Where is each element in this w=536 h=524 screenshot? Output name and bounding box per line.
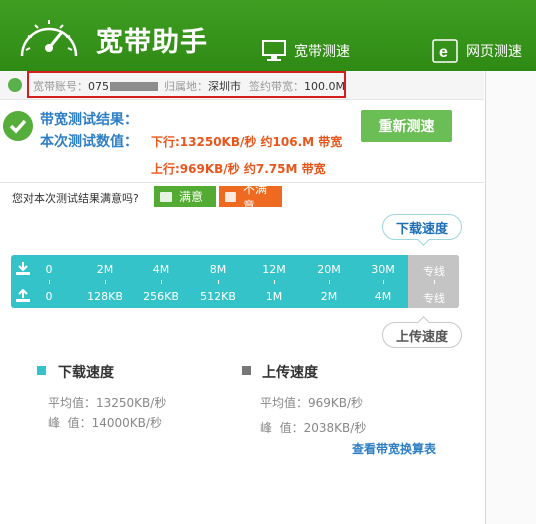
upload-legend-swatch bbox=[242, 366, 251, 375]
thumbs-up-icon bbox=[160, 191, 172, 202]
upload-scale-tick: 128KB bbox=[87, 290, 123, 303]
account-bar: 宽带账号： 075 归属地： 深圳市 签约带宽： 100.0M bbox=[0, 71, 484, 100]
account-label: 宽带账号： bbox=[33, 80, 88, 93]
upload-speed-bubble: 上传速度 bbox=[382, 322, 462, 348]
monitor-icon bbox=[262, 40, 286, 61]
bandwidth-conversion-link[interactable]: 查看带宽换算表 bbox=[352, 440, 436, 457]
upload-scale-tick: 4M bbox=[374, 290, 392, 303]
satisfied-label: 满意 bbox=[179, 190, 204, 204]
download-icon bbox=[16, 262, 30, 275]
download-speed-bubble: 下载速度 bbox=[382, 214, 462, 240]
location-value: 深圳市 bbox=[208, 80, 241, 93]
svg-text:e: e bbox=[439, 44, 448, 61]
ie-browser-icon: e bbox=[432, 39, 458, 63]
thumbs-down-icon bbox=[225, 191, 236, 202]
download-scale-tick: 20M bbox=[317, 263, 341, 276]
account-number: 075 bbox=[88, 79, 109, 93]
download-scale-tick: 8M bbox=[209, 263, 227, 276]
user-icon bbox=[8, 78, 22, 92]
upload-result: 上行:969KB/秒 约7.75M 带宽 bbox=[151, 162, 326, 176]
download-average: 平均值：13250KB/秒 bbox=[48, 396, 167, 410]
upload-scale-tick: 2M bbox=[320, 290, 338, 303]
bandwidth-value: 100.0M bbox=[304, 79, 345, 93]
download-legend-swatch bbox=[37, 366, 46, 375]
scale-tick-mark bbox=[274, 280, 275, 284]
satisfaction-question: 您对本次测试结果满意吗? bbox=[12, 192, 139, 205]
scale-tick-mark bbox=[161, 280, 162, 284]
app-header: 宽带助手 宽带测速 e 网页测速 bbox=[0, 0, 536, 71]
app-title: 宽带助手 bbox=[96, 27, 208, 58]
speedometer-icon bbox=[20, 20, 78, 57]
upload-stats-title: 上传速度 bbox=[262, 365, 318, 381]
upload-icon bbox=[16, 289, 30, 302]
download-scale-tick: 4M bbox=[152, 263, 170, 276]
scale-tick-mark bbox=[329, 280, 330, 284]
speed-scale: 0 2M 4M 8M 12M 20M 30M 专线 0 128KB 256KB 512KB 1M 2M 4M… bbox=[11, 255, 459, 308]
download-scale-tick: 2M bbox=[96, 263, 114, 276]
upload-scale-tick: 1M bbox=[265, 290, 283, 303]
result-title: 带宽测试结果： bbox=[40, 112, 138, 128]
download-result: 下行:13250KB/秒 约106.M 带宽 bbox=[151, 135, 343, 149]
unsatisfied-label: 不满意 bbox=[243, 181, 268, 213]
upload-scale-tick: 256KB bbox=[143, 290, 179, 303]
nav-bandwidth-test-label: 宽带测速 bbox=[294, 44, 350, 60]
download-peak: 峰 值：14000KB/秒 bbox=[48, 416, 162, 430]
right-panel bbox=[485, 71, 536, 524]
scale-tick-mark bbox=[383, 280, 384, 284]
result-subtitle: 本次测试数值： bbox=[40, 134, 138, 150]
download-scale-tick: 30M bbox=[371, 263, 395, 276]
nav-web-test-label: 网页测速 bbox=[466, 44, 522, 60]
bandwidth-label: 签约带宽： bbox=[249, 80, 304, 93]
upload-scale-tick: 0 bbox=[45, 290, 53, 303]
upload-scale-tick: 512KB bbox=[200, 290, 236, 303]
scale-tick-mark bbox=[218, 280, 219, 284]
scale-tick-mark bbox=[434, 280, 435, 284]
scale-tick-mark bbox=[105, 280, 106, 284]
redacted-account bbox=[110, 81, 158, 91]
nav-bandwidth-test[interactable]: 宽带测速 bbox=[262, 36, 350, 66]
retest-button[interactable]: 重新测速 bbox=[361, 110, 452, 142]
test-result-panel: 带宽测试结果： 本次测试数值： 下行:13250KB/秒 约106.M 带宽 上… bbox=[0, 99, 484, 183]
account-info: 宽带账号： 075 归属地： 深圳市 签约带宽： 100.0M bbox=[33, 78, 345, 94]
satisfied-button[interactable]: 满意 bbox=[154, 186, 216, 207]
download-scale-tick: 12M bbox=[262, 263, 286, 276]
location-label: 归属地： bbox=[164, 80, 208, 93]
unsatisfied-button[interactable]: 不满意 bbox=[219, 182, 282, 213]
upload-average: 平均值：969KB/秒 bbox=[260, 396, 364, 410]
download-scale-tick: 0 bbox=[45, 263, 53, 276]
upload-peak: 峰 值：2038KB/秒 bbox=[260, 421, 367, 435]
nav-web-test[interactable]: e 网页测速 bbox=[432, 36, 522, 66]
upload-scale-tick: 专线 bbox=[423, 292, 445, 305]
check-icon bbox=[3, 111, 33, 141]
download-scale-tick: 专线 bbox=[423, 265, 445, 278]
download-stats-title: 下载速度 bbox=[58, 365, 114, 381]
scale-tick-mark bbox=[49, 280, 50, 284]
